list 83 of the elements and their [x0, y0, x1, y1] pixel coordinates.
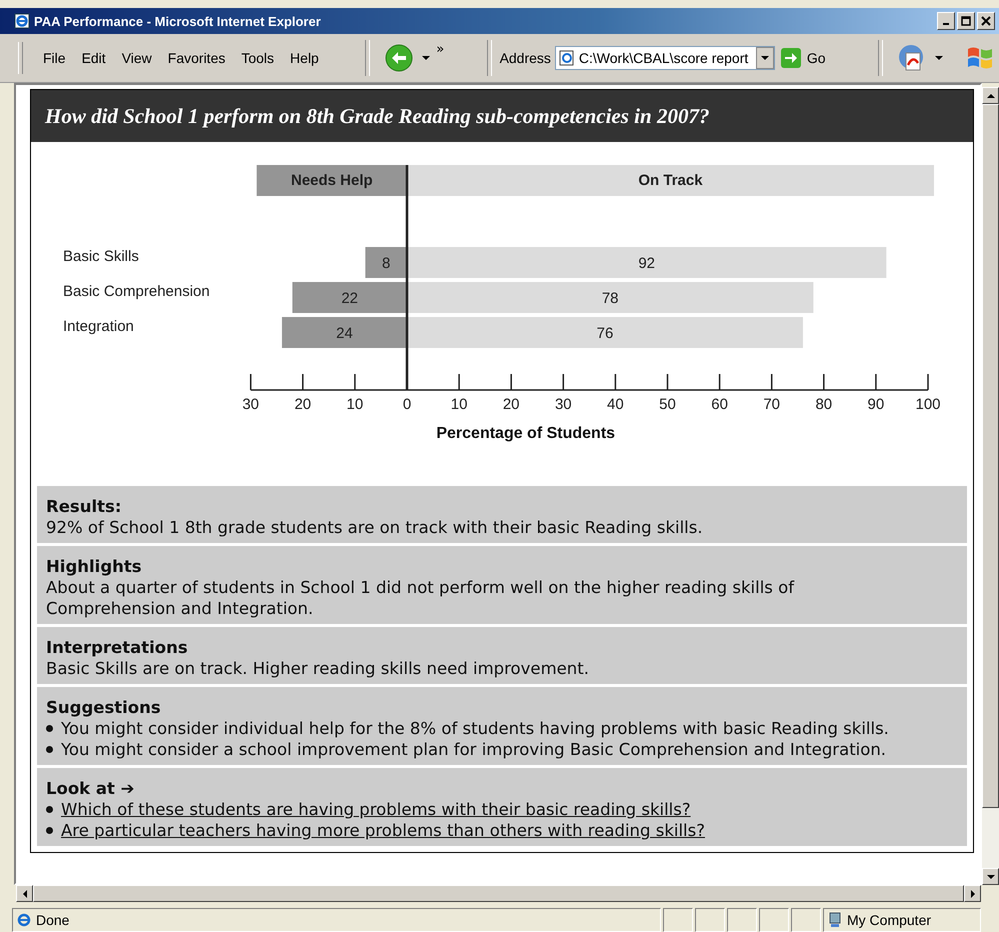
menu-item[interactable]: Favorites: [160, 50, 234, 66]
legend-label: Needs Help: [291, 172, 373, 189]
section-text: Basic Skills are on track. Higher reading skills need improvement.: [46, 658, 590, 679]
tick-label: 40: [607, 396, 624, 413]
menu-item[interactable]: File: [35, 50, 74, 66]
maximize-button[interactable]: [957, 12, 975, 30]
status-text: Done: [36, 912, 70, 928]
tick-label: 100: [915, 396, 941, 413]
bar-value: 78: [602, 290, 619, 307]
more-button[interactable]: »: [436, 42, 444, 57]
minimize-button[interactable]: [937, 12, 955, 30]
bar-value: 92: [638, 255, 655, 272]
section-heading: Results:: [46, 496, 122, 517]
bullet-icon: [46, 806, 53, 813]
caret-icon[interactable]: [422, 56, 430, 60]
window-title: PAA Performance - Microsoft Internet Explorer: [34, 14, 321, 28]
bar-value: 76: [596, 325, 614, 342]
menu-item[interactable]: Help: [282, 50, 327, 66]
section-heading: Interpretations: [46, 637, 189, 658]
caret-icon[interactable]: [934, 56, 943, 60]
tick-label: 10: [346, 396, 364, 413]
tick-label: 80: [815, 396, 832, 413]
page-icon: [16, 912, 32, 928]
question-link[interactable]: Are particular teachers having more problems than others with reading skills?: [61, 820, 705, 841]
minimize-icon: [943, 23, 949, 25]
category-label: Basic Skills: [63, 248, 139, 265]
go-button[interactable]: Go: [774, 48, 832, 68]
menu-item[interactable]: View: [114, 50, 160, 66]
address-field[interactable]: C:\Work\CBAL\score report: [554, 46, 775, 70]
category-label: Basic Comprehension: [63, 283, 210, 300]
section-heading: Highlights: [46, 556, 143, 577]
category-label: Integration: [63, 318, 134, 335]
menu-item[interactable]: Edit: [74, 50, 114, 66]
axis-title: Percentage of Students: [436, 425, 616, 442]
tick-label: 90: [868, 396, 884, 413]
status-pane: [791, 908, 821, 932]
section-text: About a quarter of students in School 1 did not perform well on the higher reading skills of Comprehension and Integration.: [46, 577, 796, 619]
tick-label: 0: [402, 396, 412, 413]
tick-label: 10: [450, 396, 468, 413]
close-button[interactable]: [977, 12, 995, 30]
section-heading: Look at ➔: [46, 778, 136, 799]
status-pane: [663, 908, 693, 932]
suggestion-text: You might consider individual help for the 8% of students having problems with basic Reading skills.: [61, 718, 889, 739]
close-icon: [981, 16, 991, 26]
maximize-icon: [961, 16, 971, 26]
tick-label: 20: [502, 396, 520, 413]
address-label: Address: [500, 50, 551, 66]
suggestion-text: You might consider a school improvement plan for improving Basic Comprehension and Integration.: [61, 739, 886, 760]
caret-icon: [760, 56, 769, 60]
status-pane: [695, 908, 725, 932]
section-heading: Suggestions: [46, 697, 162, 718]
down-arrow-icon[interactable]: [986, 874, 994, 878]
zone-text: My Computer: [847, 912, 932, 928]
page-icon: [558, 50, 575, 66]
bullet-icon: [46, 746, 53, 753]
up-arrow-icon[interactable]: [986, 94, 994, 98]
horizontal-scrollbar[interactable]: [16, 885, 981, 902]
bar-value: 8: [382, 255, 390, 272]
left-arrow-icon[interactable]: [22, 890, 26, 898]
question-link[interactable]: Which of these students are having problems with their basic reading skills?: [61, 799, 691, 820]
computer-icon: [827, 912, 843, 928]
bar-value: 22: [341, 290, 358, 307]
section-text: 92% of School 1 8th grade students are on track with their basic Reading skills.: [46, 517, 704, 538]
tick-label: 30: [242, 396, 260, 413]
tick-label: 60: [711, 396, 728, 413]
tick-label: 70: [763, 396, 780, 413]
page-heading: How did School 1 perform on 8th Grade Reading sub-competencies in 2007?: [31, 90, 973, 142]
bullet-icon: [46, 725, 53, 732]
address-text: C:\Work\CBAL\score report: [578, 50, 750, 66]
bullet-icon: [46, 827, 53, 834]
tick-label: 20: [294, 396, 312, 413]
tick-label: 30: [554, 396, 572, 413]
browser-icon: [14, 13, 30, 29]
dropdown-button[interactable]: [756, 47, 774, 69]
bar-value: 24: [336, 325, 353, 342]
right-arrow-icon[interactable]: [970, 890, 974, 898]
status-pane: [727, 908, 757, 932]
vertical-scrollbar[interactable]: [982, 87, 999, 885]
menu-item[interactable]: Tools: [233, 50, 282, 66]
back-icon[interactable]: [384, 43, 414, 73]
legend-label: On Track: [638, 172, 703, 189]
tick-label: 50: [659, 396, 676, 413]
status-pane: [759, 908, 789, 932]
